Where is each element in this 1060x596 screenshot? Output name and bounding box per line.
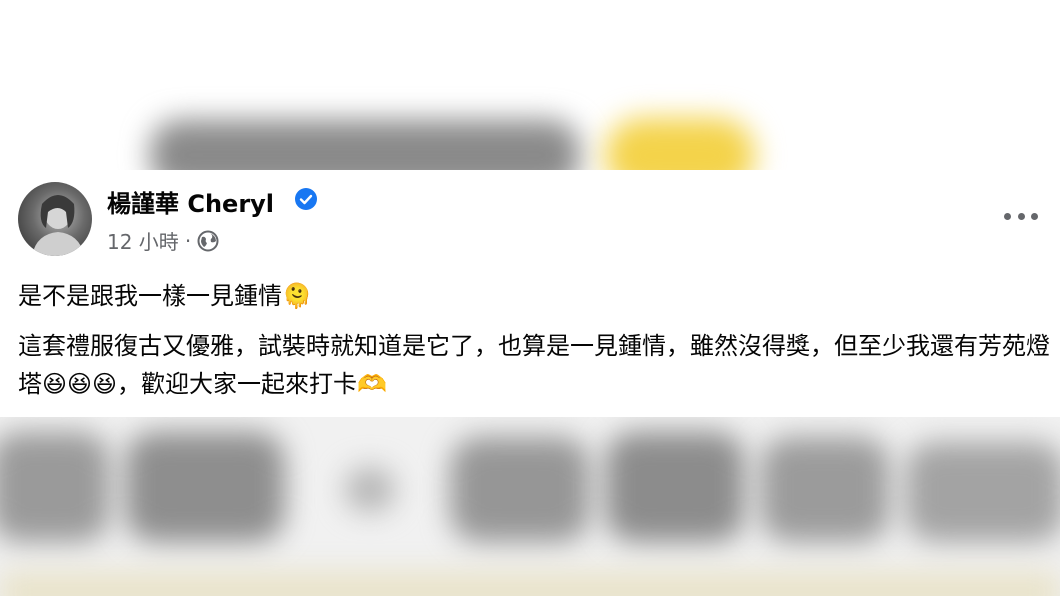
more-options-icon[interactable]: [1004, 208, 1038, 224]
facebook-post: 楊謹華 Cheryl 12 小時 · 是不是跟我一樣一見鍾情🫠 這套禮服復古又優…: [0, 170, 1060, 417]
avatar[interactable]: [18, 182, 92, 256]
meta-separator: ·: [184, 228, 192, 253]
blurred-background-bottom: [0, 417, 1060, 596]
globe-icon[interactable]: [197, 230, 219, 252]
post-text-line1: 是不是跟我一樣一見鍾情🫠: [18, 282, 312, 310]
post-meta: 12 小時 ·: [107, 226, 219, 255]
post-text-body: 這套禮服復古又優雅，試裝時就知道是它了，也算是一見鍾情，雖然沒得獎，但至少我還有…: [18, 332, 1050, 398]
post-timestamp[interactable]: 12 小時: [107, 226, 179, 255]
blurred-background-top: [0, 0, 1060, 170]
verified-badge-icon: [295, 188, 317, 210]
author-name[interactable]: 楊謹華 Cheryl: [107, 184, 274, 219]
